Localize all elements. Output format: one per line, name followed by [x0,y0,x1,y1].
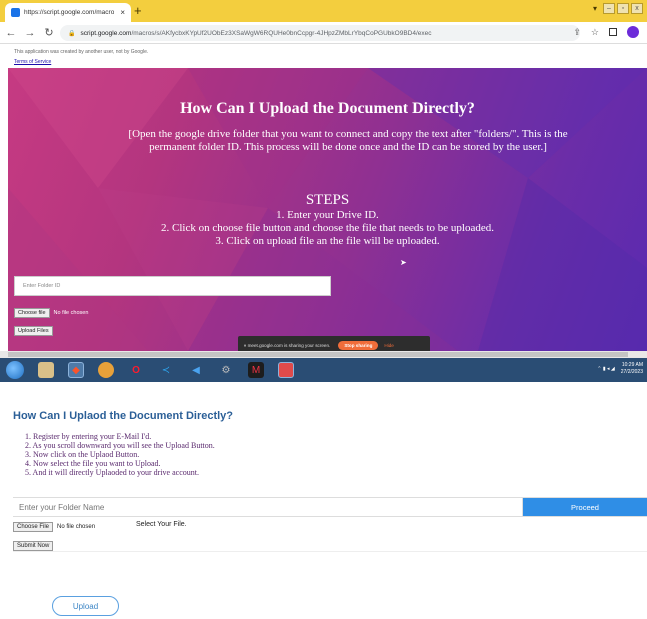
mouse-cursor-icon: ➤ [400,258,407,267]
close-window-button[interactable]: x [631,3,643,14]
list-item: 3. Now click on the Uplaod Button. [25,450,140,459]
upload-button[interactable]: Upload [52,596,119,616]
forward-arrow-icon[interactable]: → [22,27,38,39]
file-chooser: Choose file No file chosen [14,308,88,318]
windows-taskbar: ◆ O ≺ ◀ ⚙ M ⌃ ▮ ◂ ◢ 10:29 AM 27/2/2023 [0,358,647,382]
url-path: /macros/s/AKfycbxKYpUf2UObEz3XSaWgW6RQUH… [131,29,432,37]
page-title: How Can I Uplaod the Document Directly? [13,410,234,422]
choose-file-button[interactable]: Choose File [13,522,54,532]
folder-id-input[interactable]: Enter Folder ID [14,276,331,296]
mail-icon[interactable]: M [248,362,264,378]
file-chooser: Choose File No file chosen [13,522,95,532]
folder-name-row: Proceed [13,497,647,517]
side-panel-icon[interactable] [609,28,617,36]
app-heading: How Can I Upload the Document Directly? [180,100,475,117]
upload-page-screenshot: How Can I Uplaod the Document Directly? … [0,382,647,619]
step-item: 1. Enter your Drive ID. [276,209,379,221]
clock-time: 10:29 AM [621,362,643,368]
stop-sharing-button[interactable]: Stop sharing [338,340,379,350]
opera-icon[interactable]: O [128,362,144,378]
brave-browser-icon[interactable]: ◆ [68,362,84,378]
apps-script-notice: This application was created by another … [14,49,149,55]
tray-icons[interactable]: ⌃ ▮ ◂ ◢ [597,366,614,373]
address-bar-row: ← → ↻ 🔒 script.google.com /macros/s/AKfy… [0,22,647,44]
file-explorer-icon[interactable] [38,362,54,378]
tab-bar: https://script.google.com/macro... × + ▾… [0,0,647,22]
profile-avatar-icon[interactable] [627,26,639,38]
no-file-label: No file chosen [53,310,89,316]
lock-icon: 🔒 [68,30,76,37]
steps-title: STEPS [305,192,350,208]
folder-name-input[interactable] [13,498,523,516]
chrome-icon[interactable] [98,362,114,378]
vscode-icon[interactable]: ≺ [158,362,174,378]
upload-files-button[interactable]: Upload Files [14,326,53,336]
window-controls: ▾ – ▫ x [593,3,643,14]
sharing-message: meet.google.com is sharing your screen. [247,342,331,348]
list-item: 1. Register by entering your E-Mail I'd. [25,432,152,441]
tab-title: https://script.google.com/macro... [24,9,115,16]
no-file-label: No file chosen [57,524,96,530]
steps-list: 1. Enter your Drive ID. 2. Click on choo… [8,209,647,248]
horizontal-scrollbar[interactable] [0,351,647,358]
folder-id-instructions: [Open the google drive folder that you w… [128,128,568,153]
windows-start-icon[interactable] [6,361,24,379]
select-file-label: Select Your File. [136,521,187,528]
list-item: 2. As you scroll downward you will see t… [25,441,215,450]
google-apps-script-banner: This application was created by another … [0,44,647,68]
browser-screenshot: https://script.google.com/macro... × + ▾… [0,0,647,382]
clock-date: 27/2/2023 [620,369,643,375]
divider [13,551,647,552]
share-icon[interactable]: ⇪ [573,27,581,38]
browser-tab[interactable]: https://script.google.com/macro... × [5,3,131,22]
choose-file-button[interactable]: Choose file [14,308,50,318]
submit-now-button[interactable]: Submit Now [13,541,54,551]
step-item: 2. Click on choose file button and choos… [161,222,494,234]
minimize-button[interactable]: – [603,3,615,14]
google-chrome-canary-icon[interactable] [278,362,294,378]
settings-gear-icon[interactable]: ⚙ [218,362,234,378]
url-field[interactable]: 🔒 script.google.com /macros/s/AKfycbxKYp… [60,25,580,41]
reload-icon[interactable]: ↻ [41,26,57,39]
new-tab-button[interactable]: + [134,3,142,19]
instructions-list: 1. Register by entering your E-Mail I'd.… [25,432,215,477]
tab-search-icon[interactable]: ▾ [593,4,597,13]
system-tray: ⌃ ▮ ◂ ◢ 10:29 AM 27/2/2023 [597,362,643,376]
telegram-icon[interactable]: ◀ [188,362,204,378]
proceed-button[interactable]: Proceed [523,498,647,516]
url-host: script.google.com [80,29,132,37]
tab-close-button[interactable]: × [114,8,131,17]
step-item: 3. Click on upload file an the file will… [215,235,440,247]
google-apps-script-icon [11,8,20,17]
scrollbar-thumb[interactable] [8,352,628,357]
hide-button[interactable]: Hide [384,343,393,348]
clock[interactable]: 10:29 AM 27/2/2023 [621,362,643,376]
list-item: 4. Now select the file you want to Uploa… [25,459,161,468]
restore-button[interactable]: ▫ [617,3,629,14]
terms-of-service-link[interactable]: Terms of Service [14,59,51,65]
list-item: 5. And it will directly Uplaoded to your… [25,468,199,477]
upload-app-panel: How Can I Upload the Document Directly? … [8,68,647,351]
back-arrow-icon[interactable]: ← [3,27,19,39]
bookmark-star-icon[interactable]: ☆ [591,27,599,38]
toolbar-icons: ⇪ ☆ [573,26,639,38]
